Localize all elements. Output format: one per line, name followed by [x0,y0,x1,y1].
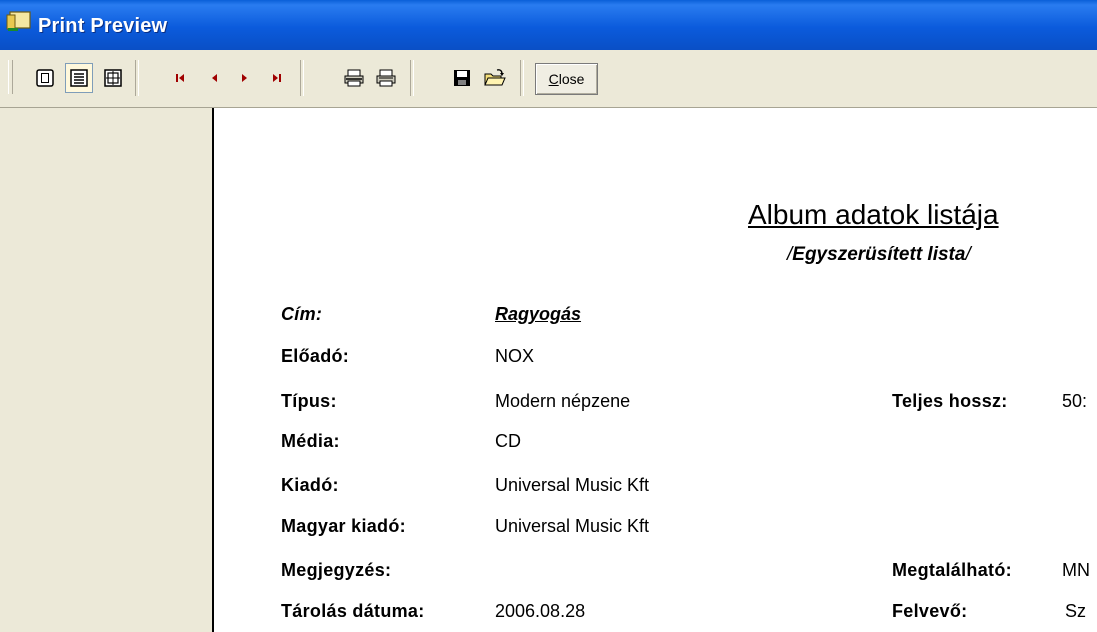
toolbar-grip[interactable] [8,60,13,94]
cim-label: Cím: [281,304,323,324]
media-label: Média: [281,431,340,451]
eloado-value: NOX [495,346,535,366]
window-title: Print Preview [38,15,168,37]
last-page-button[interactable] [263,63,291,93]
report-icon [6,11,31,31]
toolbar-separator [300,60,304,96]
report-page[interactable]: Album adatok listája /Egyszerüsített lis… [212,108,1097,632]
zoom-icon [104,69,122,87]
tarolas-label: Tárolás dátuma: [281,601,425,621]
teljes-hossz-value: 50: [1062,391,1088,411]
toolbar: Close [0,50,1097,108]
print-icon [376,69,396,87]
zoom-button[interactable] [99,63,127,93]
subtitle-text: Egyszerüsített lista [792,244,966,265]
kiado-label: Kiadó: [281,475,339,495]
first-page-button[interactable] [166,63,194,93]
magyar-kiado-label: Magyar kiadó: [281,516,406,536]
teljes-hossz-label: Teljes hossz: [892,391,1008,411]
close-button[interactable]: Close [535,63,598,95]
close-button-label: lose [558,71,585,87]
megtalalhato-label: Megtalálható: [892,560,1012,580]
preview-margin-area [0,108,212,632]
tarolas-value: 2006.08.28 [495,601,586,621]
tipus-value: Modern népzene [495,391,631,411]
media-value: CD [495,431,521,451]
one-page-button[interactable] [31,63,59,93]
print-setup-icon [344,69,364,87]
report-title: Album adatok listája [748,199,999,230]
close-button-mnemonic: C [548,71,559,87]
open-icon [484,69,506,86]
cim-value: Ragyogás [495,304,582,324]
print-setup-button[interactable] [340,63,368,93]
save-button[interactable] [448,63,476,93]
last-page-icon [273,74,281,82]
next-page-button[interactable] [231,63,259,93]
magyar-kiado-value: Universal Music Kft [495,516,650,536]
subtitle-slash-close: / [965,244,971,265]
report-subtitle: /Egyszerüsített lista/ [787,244,971,266]
kiado-value: Universal Music Kft [495,475,650,495]
save-icon [454,70,470,86]
felvevo-label: Felvevő: [892,601,968,621]
print-button[interactable] [372,63,400,93]
next-page-icon [242,74,247,82]
first-page-icon [176,74,184,82]
toolbar-separator [410,60,414,96]
one-page-icon [36,69,54,87]
megtalalhato-value: MN [1062,560,1090,580]
tipus-label: Típus: [281,391,337,411]
toolbar-separator [135,60,139,96]
two-pages-button[interactable] [65,63,93,93]
two-pages-icon [70,69,88,87]
title-bar: Print Preview [0,0,1097,50]
toolbar-separator [520,60,524,96]
previous-page-button[interactable] [200,63,228,93]
eloado-label: Előadó: [281,346,350,366]
felvevo-value: Sz [1065,601,1087,621]
previous-page-icon [212,74,217,82]
open-button[interactable] [481,63,509,93]
megjegyzes-label: Megjegyzés: [281,560,392,580]
